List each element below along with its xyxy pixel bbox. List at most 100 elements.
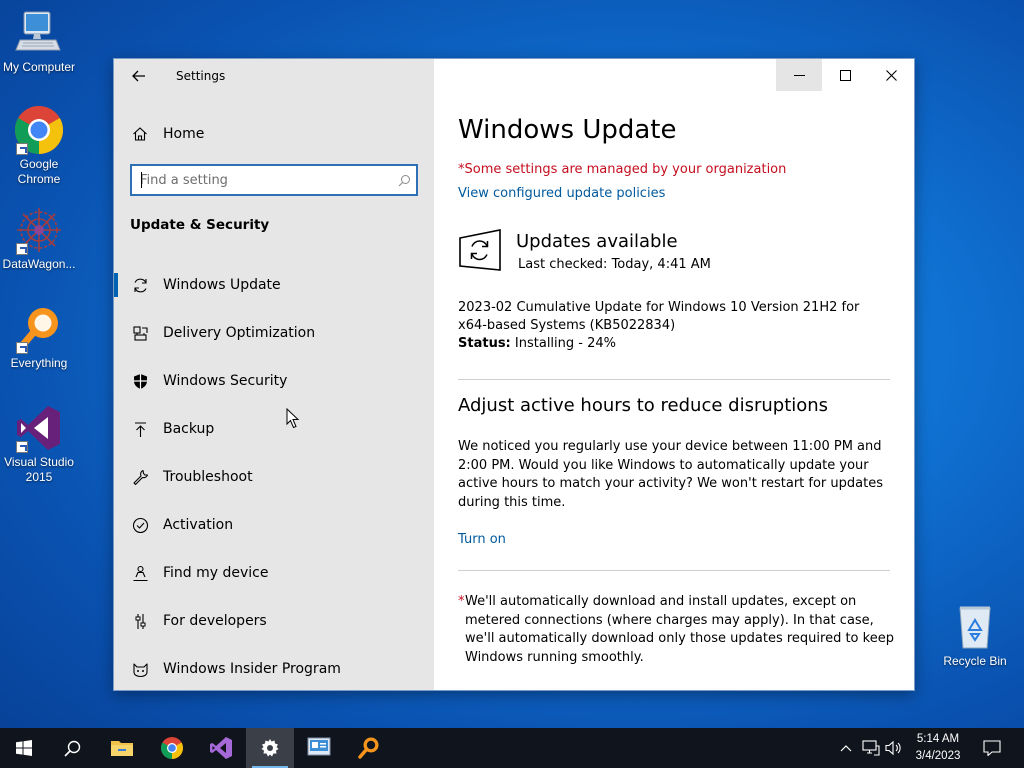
- network-button[interactable]: [861, 738, 881, 758]
- nav-home-label: Home: [163, 126, 205, 142]
- search-input[interactable]: [132, 166, 392, 194]
- active-hours-heading: Adjust active hours to reduce disruption…: [458, 395, 829, 416]
- clock-date: 3/4/2023: [915, 750, 961, 762]
- managed-notice: *Some settings are managed by your organ…: [458, 162, 787, 177]
- recycle-bin-icon: [950, 602, 1000, 652]
- divider: [458, 379, 890, 380]
- shield-icon: [131, 372, 149, 390]
- nav-item-for-developers[interactable]: For developers: [114, 597, 434, 645]
- nav-item-troubleshoot[interactable]: Troubleshoot: [114, 453, 434, 501]
- datawagon-icon: [14, 205, 64, 255]
- shortcut-arrow-icon: [16, 342, 28, 354]
- taskbar-search-button[interactable]: [48, 728, 96, 768]
- view-policies-link[interactable]: View configured update policies: [458, 186, 665, 201]
- sync-icon: [131, 276, 149, 294]
- everything-search-icon: [358, 737, 379, 759]
- desktop-icon-everything[interactable]: Everything: [0, 304, 78, 371]
- nav-home[interactable]: Home: [114, 119, 434, 149]
- desktop-icon-label: DataWagon...: [2, 257, 76, 271]
- back-arrow-icon: [132, 70, 145, 82]
- divider: [458, 570, 890, 571]
- action-center-button[interactable]: [980, 738, 1004, 758]
- start-button[interactable]: [0, 728, 48, 768]
- maximize-button[interactable]: [822, 59, 868, 91]
- nav-item-label: Find my device: [163, 565, 269, 581]
- page-title: Windows Update: [458, 115, 677, 145]
- chrome-icon: [14, 105, 64, 155]
- active-hours-text: We noticed you regularly use your device…: [458, 439, 883, 510]
- footnote: * We'll automatically download and insta…: [458, 593, 898, 667]
- taskbar-datawagon[interactable]: [295, 728, 343, 768]
- delivery-optimization-icon: [131, 324, 149, 342]
- title-bar[interactable]: Settings: [114, 59, 434, 93]
- close-button[interactable]: [868, 59, 914, 91]
- insider-cat-icon: [131, 660, 149, 678]
- nav-item-label: Backup: [163, 421, 215, 437]
- update-sync-icon: [458, 229, 502, 273]
- nav-item-delivery-optimization[interactable]: Delivery Optimization: [114, 309, 434, 357]
- settings-search-box[interactable]: [130, 164, 418, 196]
- mouse-cursor-icon: [286, 407, 300, 433]
- settings-window: Settings Home Update & Security Windows …: [113, 58, 915, 691]
- settings-sidebar: Settings Home Update & Security Windows …: [114, 59, 434, 690]
- text-caret: [141, 172, 142, 188]
- shortcut-arrow-icon: [16, 441, 28, 453]
- update-status: Status: Installing - 24%: [458, 336, 616, 351]
- nav-item-label: Activation: [163, 517, 234, 533]
- taskbar: 5:14 AM 3/4/2023: [0, 728, 1024, 768]
- everything-search-icon: [14, 304, 64, 354]
- settings-content: Windows Update *Some settings are manage…: [434, 59, 914, 690]
- footnote-text: We'll automatically download and install…: [465, 594, 894, 665]
- notifications-icon: [983, 740, 1001, 756]
- footnote-star: *: [458, 594, 465, 609]
- last-checked-text: Last checked: Today, 4:41 AM: [518, 257, 711, 272]
- desktop-icon-label: Everything: [10, 356, 68, 370]
- search-icon[interactable]: [392, 174, 416, 187]
- desktop-icon-google-chrome[interactable]: Google Chrome: [0, 105, 78, 187]
- desktop-icon-datawagon[interactable]: DataWagon...: [0, 205, 78, 272]
- developer-sliders-icon: [131, 612, 149, 630]
- turn-on-link[interactable]: Turn on: [458, 532, 506, 547]
- backup-icon: [131, 420, 149, 438]
- visual-studio-icon: [210, 737, 232, 759]
- taskbar-everything[interactable]: [345, 728, 393, 768]
- status-value: Installing - 24%: [514, 336, 616, 351]
- window-title: Settings: [176, 69, 226, 83]
- shortcut-arrow-icon: [16, 143, 28, 155]
- nav-item-find-my-device[interactable]: Find my device: [114, 549, 434, 597]
- check-circle-icon: [131, 516, 149, 534]
- nav-item-windows-update[interactable]: Windows Update: [114, 261, 434, 309]
- nav-item-label: Windows Security: [163, 373, 288, 389]
- back-button[interactable]: [128, 65, 150, 87]
- desktop-icon-visual-studio[interactable]: Visual Studio 2015: [0, 403, 78, 485]
- taskbar-file-explorer[interactable]: [98, 728, 146, 768]
- search-icon: [63, 740, 80, 757]
- minimize-button[interactable]: [776, 59, 822, 91]
- wrench-icon: [131, 468, 149, 486]
- taskbar-chrome[interactable]: [148, 728, 196, 768]
- nav-item-backup[interactable]: Backup: [114, 405, 434, 453]
- nav-item-label: For developers: [163, 613, 267, 629]
- chevron-up-icon: [840, 745, 852, 752]
- nav-item-label: Delivery Optimization: [163, 325, 316, 341]
- desktop-icon-label: Recycle Bin: [943, 654, 1007, 668]
- nav-item-windows-insider[interactable]: Windows Insider Program: [114, 645, 434, 693]
- show-hidden-icons-button[interactable]: [838, 738, 854, 758]
- taskbar-visual-studio[interactable]: [197, 728, 245, 768]
- nav-item-activation[interactable]: Activation: [114, 501, 434, 549]
- nav-item-label: Windows Insider Program: [163, 661, 341, 677]
- desktop-icon-label: Google Chrome: [17, 157, 61, 186]
- start-icon: [16, 740, 32, 756]
- nav-item-windows-security[interactable]: Windows Security: [114, 357, 434, 405]
- taskbar-settings[interactable]: [246, 728, 294, 768]
- home-icon: [131, 125, 149, 143]
- volume-button[interactable]: [884, 738, 904, 758]
- desktop-icon-recycle-bin[interactable]: Recycle Bin: [936, 602, 1014, 669]
- taskbar-clock[interactable]: 5:14 AM 3/4/2023: [908, 731, 968, 765]
- desktop-icon-my-computer[interactable]: My Computer: [0, 8, 78, 75]
- desktop-icon-label: My Computer: [2, 60, 76, 74]
- updates-available-heading: Updates available: [516, 231, 678, 252]
- shortcut-arrow-icon: [16, 243, 28, 255]
- file-explorer-icon: [111, 741, 133, 756]
- close-icon: [885, 69, 897, 81]
